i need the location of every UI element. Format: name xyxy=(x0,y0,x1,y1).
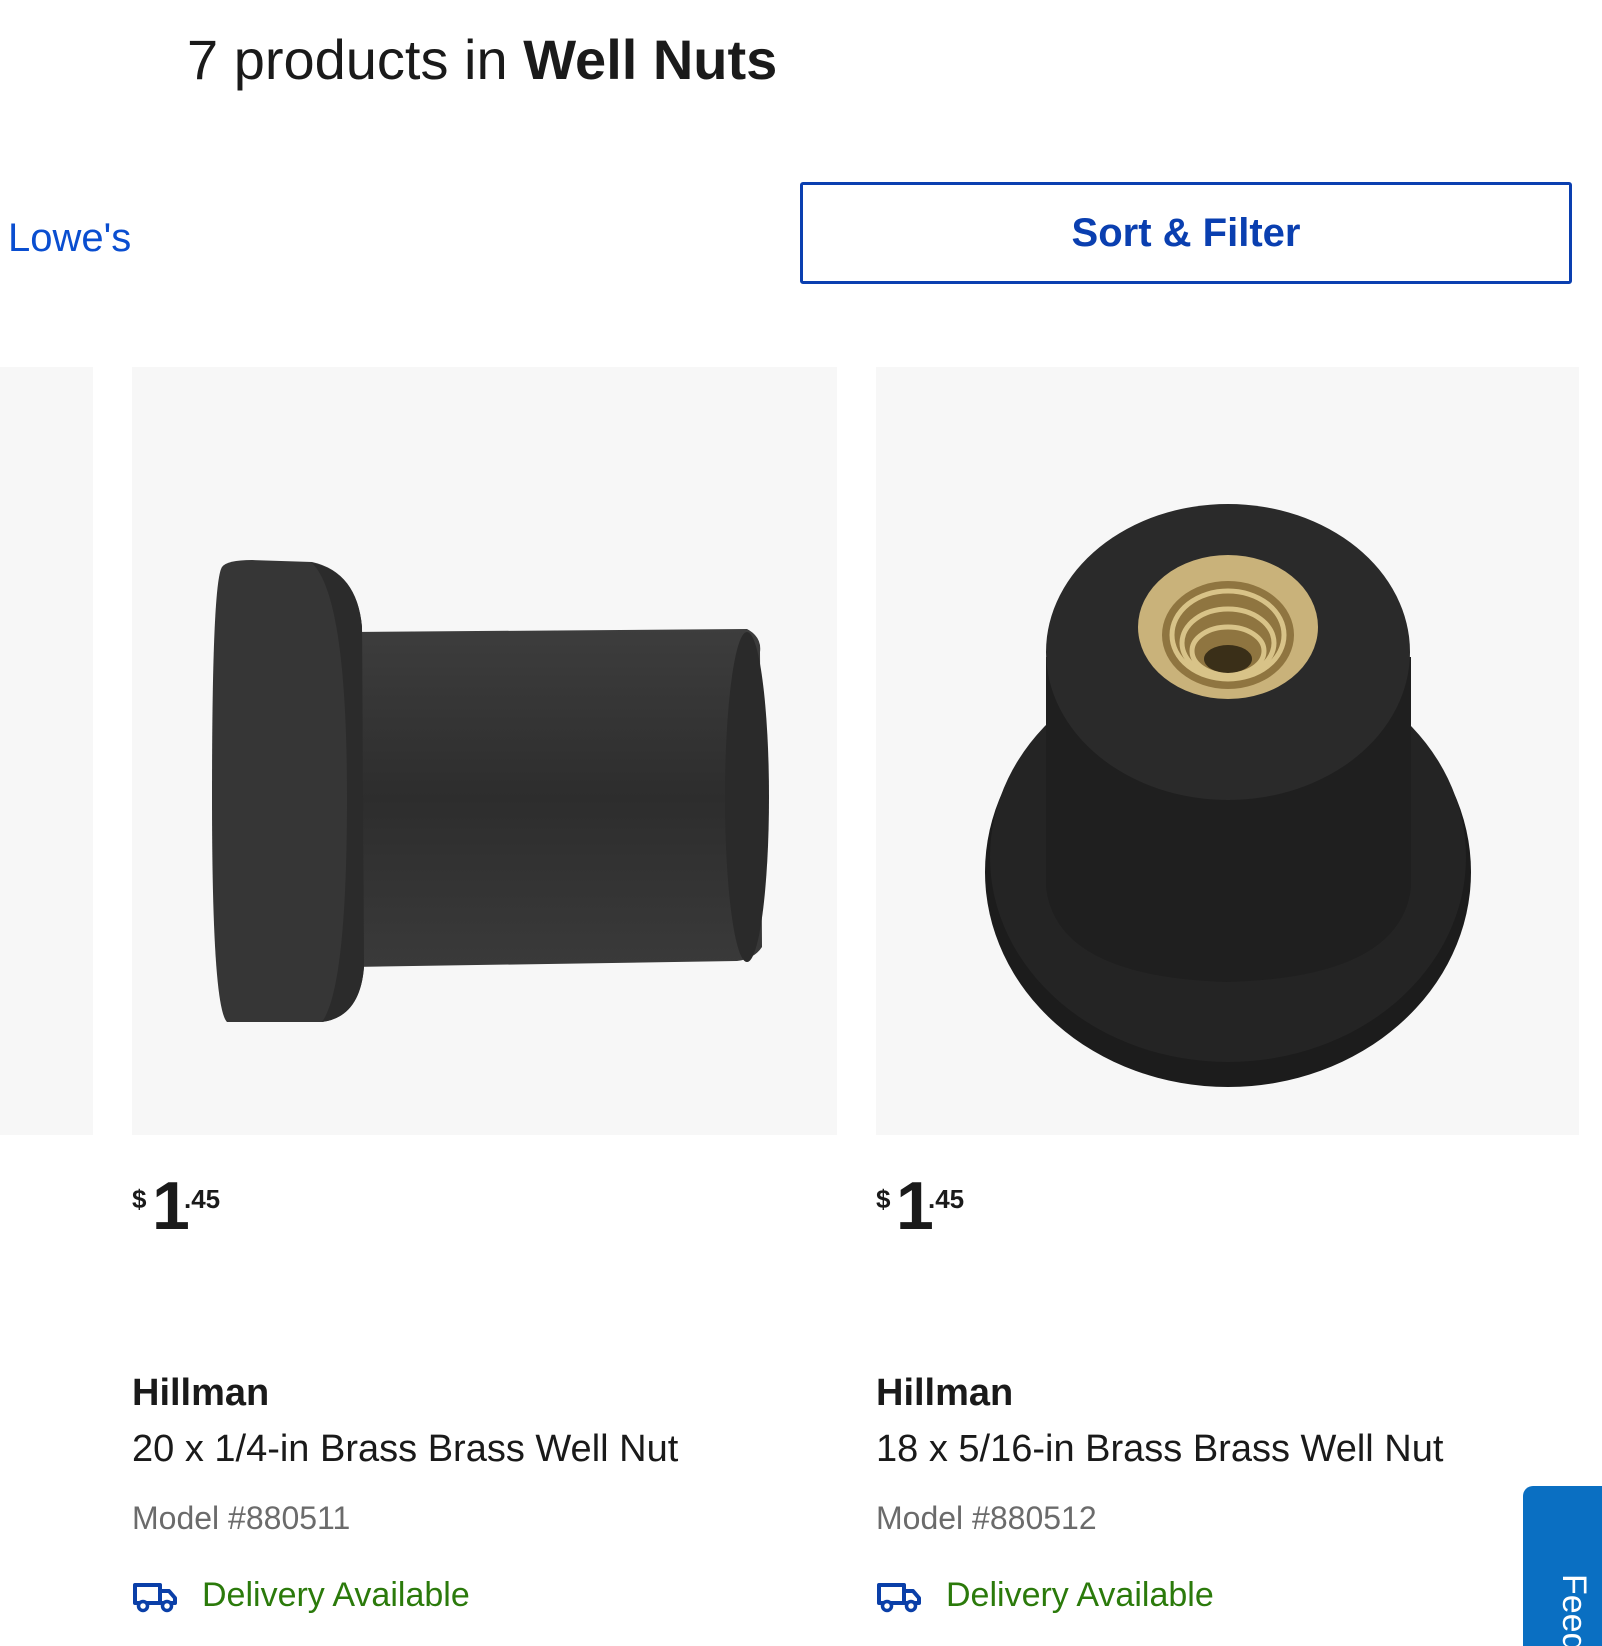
breadcrumb-lowes-link[interactable]: Lowe's xyxy=(8,214,131,262)
product-title-link-1[interactable]: 20 x 1/4-in Brass Brass Well Nut xyxy=(132,1428,678,1471)
product-brand-2: Hillman xyxy=(876,1372,1014,1414)
feedback-label: Feedback xyxy=(1554,1574,1593,1646)
product-model-2: Model #880512 xyxy=(876,1500,1097,1536)
product-model-1: Model #880511 xyxy=(132,1500,351,1536)
product-image-partial[interactable] xyxy=(0,367,93,1135)
category-name: Well Nuts xyxy=(523,28,778,91)
truck-icon xyxy=(133,1582,177,1612)
delivery-label: Delivery Available xyxy=(202,1576,470,1614)
product-image-2[interactable] xyxy=(876,367,1579,1135)
price-currency: $ xyxy=(132,1184,147,1214)
feedback-tab[interactable]: Feedback xyxy=(1523,1486,1602,1646)
page-heading: 7 products in Well Nuts xyxy=(187,24,777,96)
delivery-label: Delivery Available xyxy=(946,1576,1214,1614)
product-brand-1: Hillman xyxy=(132,1372,270,1414)
product-title-link-2[interactable]: 18 x 5/16-in Brass Brass Well Nut xyxy=(876,1428,1443,1471)
product-count-text: 7 products in xyxy=(187,28,508,91)
price-cents: .45 xyxy=(184,1184,221,1214)
price-cents: .45 xyxy=(928,1184,965,1214)
price-currency: $ xyxy=(876,1184,891,1214)
delivery-status-2: Delivery Available xyxy=(876,1576,1214,1615)
delivery-status-1: Delivery Available xyxy=(132,1576,470,1615)
sort-filter-button[interactable]: Sort & Filter xyxy=(800,182,1572,284)
truck-icon xyxy=(877,1582,921,1612)
product-image-1[interactable] xyxy=(132,367,837,1135)
